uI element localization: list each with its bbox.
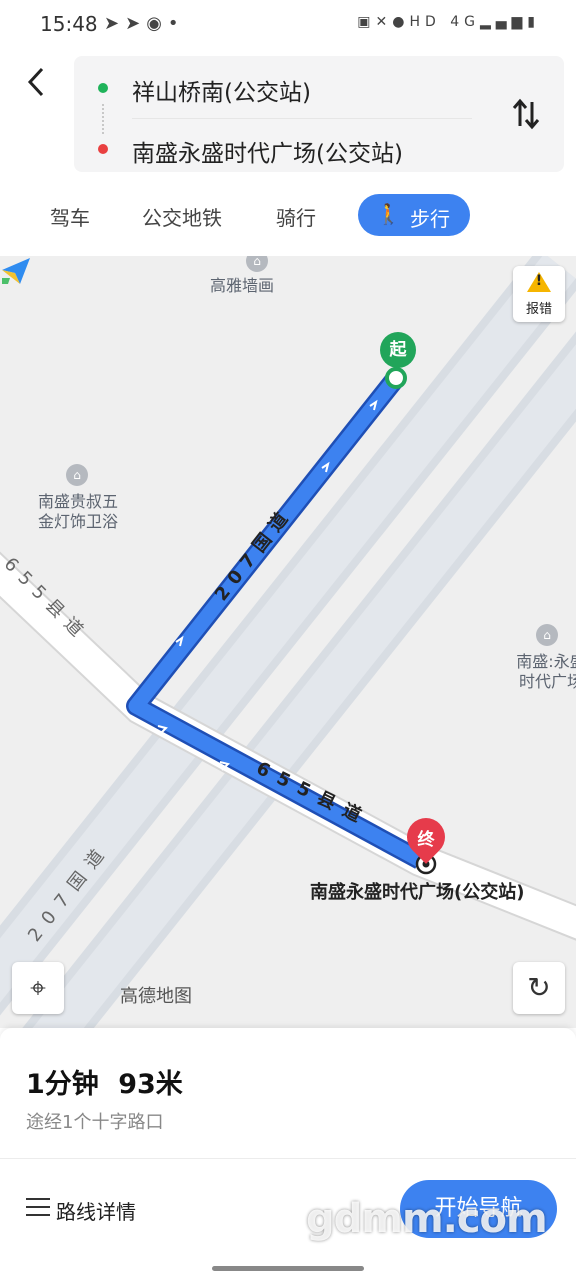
poi-gaoya[interactable]: 高雅墙画 <box>210 276 274 296</box>
amap-brand: 高德地图 <box>120 986 192 1007</box>
system-icons: ▣✕●HD 4G▂▄▆▮ <box>357 14 540 30</box>
poi-nansheng-lighting[interactable]: 南盛贵叔五 金灯饰卫浴 <box>28 492 128 532</box>
nfc-icon: ▣ <box>357 14 376 30</box>
locate-button[interactable]: ⌖ <box>12 962 64 1014</box>
tab-walk-label: 步行 <box>410 207 450 231</box>
route-connector <box>102 104 104 134</box>
map-view[interactable]: ⌂ 高雅墙画 ⌂ 南盛贵叔五 金灯饰卫浴 ⌂ 南盛:永盛 时代广场 207国道 … <box>0 256 576 1028</box>
refresh-button[interactable]: ↻ <box>513 962 565 1014</box>
network-label: HD 4G <box>409 14 480 30</box>
start-marker[interactable]: 起 <box>380 332 416 368</box>
start-point <box>385 367 407 389</box>
location-icon: ● <box>392 14 410 30</box>
start-place-field[interactable]: 祥山桥南(公交站) <box>132 73 311 107</box>
report-error-button[interactable]: ! 报错 <box>513 266 565 322</box>
tab-drive[interactable]: 驾车 <box>50 202 90 231</box>
poi-yongsheng-plaza[interactable]: 南盛:永盛 时代广场 <box>506 652 576 692</box>
telegram-icon: ➤ <box>125 13 147 34</box>
battery-icon: ▮ <box>527 14 540 30</box>
tab-cycling[interactable]: 骑行 <box>276 202 316 231</box>
swap-button[interactable] <box>508 96 544 132</box>
poi-shop-icon: ⌂ <box>66 464 88 486</box>
telegram-icon: ➤ <box>104 13 126 34</box>
list-icon <box>26 1198 50 1218</box>
app-icon: ◉ <box>146 13 168 34</box>
end-place-field[interactable]: 南盛永盛时代广场(公交站) <box>132 134 403 168</box>
report-error-label: 报错 <box>525 302 552 317</box>
poi-shop-icon: ⌂ <box>536 624 558 646</box>
notification-icons: ➤➤◉• <box>104 13 185 34</box>
swap-icon <box>512 98 540 130</box>
crosshair-icon: ⌖ <box>30 971 46 1004</box>
route-via: 途经1个十字路口 <box>26 1112 164 1133</box>
tab-walk[interactable]: 🚶 步行 <box>358 194 470 236</box>
travel-mode-tabs: 驾车 公交地铁 骑行 🚶 步行 <box>0 194 576 242</box>
chevron-left-icon <box>27 67 44 97</box>
refresh-icon: ↻ <box>527 971 551 1004</box>
start-dot-icon <box>98 83 108 93</box>
route-summary: 1分钟 93米 <box>26 1062 183 1101</box>
status-time: 15:48 <box>40 12 98 36</box>
warning-mark: ! <box>535 273 543 289</box>
sheet-divider <box>0 1158 576 1159</box>
tab-transit[interactable]: 公交地铁 <box>142 202 222 231</box>
end-dot-icon <box>98 144 108 154</box>
home-indicator[interactable] <box>212 1266 364 1271</box>
destination-label[interactable]: 南盛永盛时代广场(公交站) <box>310 878 524 904</box>
end-marker-label: 终 <box>417 830 435 850</box>
route-duration: 1分钟 <box>26 1069 99 1100</box>
route-distance: 93米 <box>118 1069 183 1100</box>
signal-icon: ▂▄▆ <box>479 14 528 30</box>
route-input-box: 祥山桥南(公交站) 南盛永盛时代广场(公交站) <box>74 56 564 172</box>
route-summary-sheet: 1分钟 93米 途经1个十字路口 路线详情 开始导航 <box>0 1028 576 1280</box>
route-header: 祥山桥南(公交站) 南盛永盛时代广场(公交站) 驾车 公交地铁 骑行 🚶 步行 <box>0 50 576 256</box>
map-canvas <box>0 256 576 1028</box>
place-divider <box>132 118 472 119</box>
dot-icon: • <box>167 13 185 34</box>
mute-icon: ✕ <box>375 14 393 30</box>
walk-icon: 🚶 <box>376 202 401 226</box>
route-details-button[interactable]: 路线详情 <box>56 1196 136 1225</box>
back-button[interactable] <box>18 62 58 102</box>
amap-logo-icon <box>2 258 30 284</box>
status-bar: 15:48 ➤➤◉• ▣✕●HD 4G▂▄▆▮ <box>0 0 576 50</box>
watermark: gdmm.com <box>306 1196 548 1242</box>
